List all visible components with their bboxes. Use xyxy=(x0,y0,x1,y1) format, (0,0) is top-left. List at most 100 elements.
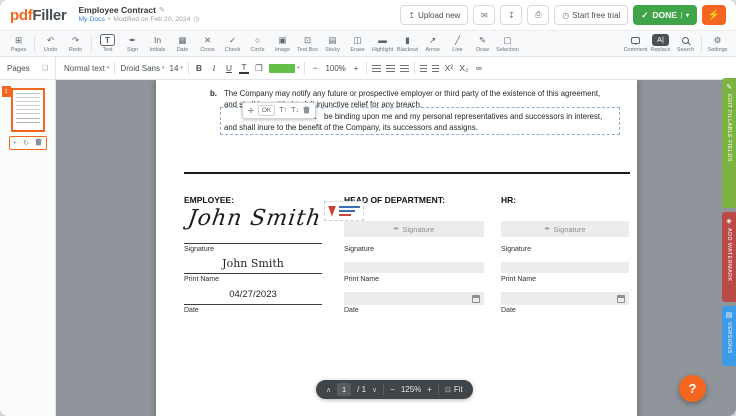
text-box-icon: ⊡ xyxy=(302,34,314,46)
head-signature-field-button[interactable]: ✒ Signature xyxy=(344,221,484,237)
upload-new-button[interactable]: ↥ Upload new xyxy=(400,5,468,25)
tool-redo[interactable]: ↷ Redo xyxy=(63,34,88,53)
numbered-list-button[interactable] xyxy=(432,65,439,72)
help-button[interactable]: ? xyxy=(679,375,706,402)
head-print-name-field[interactable] xyxy=(344,262,484,273)
paragraph-style-select[interactable]: Normal text ▾ xyxy=(64,64,109,73)
font-decrease-button[interactable]: T↓ xyxy=(291,107,299,114)
superscript-button[interactable]: X² xyxy=(444,63,454,73)
font-family-select[interactable]: Droid Sans ▾ xyxy=(120,64,164,73)
tool-circle[interactable]: ○ Circle xyxy=(245,34,270,53)
head-date-field[interactable] xyxy=(344,292,484,305)
calendar-icon xyxy=(472,295,480,303)
start-free-trial-button[interactable]: ◷ Start free trial xyxy=(554,5,628,25)
highlight-color-swatch[interactable]: ▾ xyxy=(269,64,300,73)
tool-sign[interactable]: ✒ Sign xyxy=(120,34,145,53)
font-zoom-in-button[interactable]: + xyxy=(351,63,361,73)
zoom-in-button[interactable]: + xyxy=(427,385,432,394)
versions-tab[interactable]: ▤ VERSIONS xyxy=(722,306,736,366)
rotate-page-button[interactable]: ↻ xyxy=(23,139,29,147)
zoom-out-button[interactable]: − xyxy=(390,385,395,394)
history-icon[interactable]: ◷ xyxy=(193,16,199,24)
tool-label: Replace xyxy=(650,47,670,53)
align-right-button[interactable] xyxy=(400,65,409,72)
tool-comment[interactable]: Comment xyxy=(623,34,648,53)
date-label: Date xyxy=(184,307,199,314)
delete-text-button[interactable] xyxy=(303,106,310,116)
hr-signature-field-button[interactable]: ✒ Signature xyxy=(501,221,629,237)
tool-draw[interactable]: ✎ Draw xyxy=(470,34,495,53)
italic-button[interactable]: I xyxy=(209,63,219,73)
tool-replace[interactable]: A| Replace xyxy=(648,34,673,53)
tool-undo[interactable]: ↶ Undo xyxy=(38,34,63,53)
align-left-button[interactable] xyxy=(372,65,381,72)
tool-sticky[interactable]: ▤ Sticky xyxy=(320,34,345,53)
font-increase-button[interactable]: T↑ xyxy=(279,107,287,114)
edit-fillable-fields-tab[interactable]: ✎ EDIT FILLABLE FIELDS xyxy=(722,78,736,208)
done-button[interactable]: ✓ DONE ▾ xyxy=(633,5,697,25)
page-number-input[interactable] xyxy=(337,383,351,396)
link-icon[interactable]: ∞ xyxy=(474,63,484,73)
tool-text-box[interactable]: ⊡ Text Box xyxy=(295,34,320,53)
erase-icon: ◫ xyxy=(352,34,364,46)
tool-label: Text Box xyxy=(297,47,318,53)
font-size-select[interactable]: 14 ▾ xyxy=(170,64,183,73)
ok-button[interactable]: OK xyxy=(258,105,275,116)
chevron-down-icon: ▾ xyxy=(162,65,165,71)
employee-signature-script[interactable]: John Smith xyxy=(186,206,323,231)
employee-print-name[interactable]: John Smith xyxy=(184,257,322,270)
text-tool-icon: T xyxy=(100,34,115,46)
tool-cross[interactable]: ✕ Cross xyxy=(195,34,220,53)
tool-blackout[interactable]: ▮ Blackout xyxy=(395,34,420,53)
tool-check[interactable]: ✓ Check xyxy=(220,34,245,53)
zoom-value[interactable]: 125% xyxy=(401,385,421,394)
tool-line[interactable]: ╱ Line xyxy=(445,34,470,53)
tool-selection[interactable]: ▢ Selection xyxy=(495,34,520,53)
delete-page-button[interactable] xyxy=(35,138,42,148)
previous-page-icon[interactable]: ∧ xyxy=(326,386,331,394)
employee-date[interactable]: 04/27/2023 xyxy=(184,289,322,300)
panel-collapse-icon[interactable]: ❏ xyxy=(42,64,48,72)
subscript-button[interactable]: X₂ xyxy=(459,63,469,73)
tool-arrow[interactable]: ↗ Arrow xyxy=(420,34,445,53)
my-docs-link[interactable]: My Docs xyxy=(78,16,104,24)
tool-label: Settings xyxy=(708,47,728,53)
tool-pages[interactable]: ⊞ Pages xyxy=(6,34,31,53)
document-page[interactable]: b. The Company may notify any future or … xyxy=(156,80,637,416)
underline-button[interactable]: U xyxy=(224,63,234,73)
print-button[interactable]: ⎙ xyxy=(527,5,549,25)
pdffiller-logo[interactable]: pdfFiller xyxy=(10,7,66,24)
upgrade-button[interactable]: ⚡ xyxy=(702,5,726,25)
rename-icon[interactable]: ✎ xyxy=(159,7,165,15)
add-watermark-tab[interactable]: ◈ ADD WATERMARK xyxy=(722,212,736,302)
hr-print-name-field[interactable] xyxy=(501,262,629,273)
circle-icon: ○ xyxy=(252,34,264,46)
tool-initials[interactable]: In Initials xyxy=(145,34,170,53)
bold-button[interactable]: B xyxy=(194,63,204,73)
tool-settings[interactable]: ⚙ Settings xyxy=(705,34,730,53)
align-center-button[interactable] xyxy=(386,65,395,72)
tool-label: Cross xyxy=(200,47,214,53)
logo-filler: Filler xyxy=(32,7,66,24)
page-thumbnail[interactable] xyxy=(11,88,45,132)
done-dropdown-caret[interactable]: ▾ xyxy=(681,12,689,19)
tool-date[interactable]: ▦ Date xyxy=(170,34,195,53)
download-button[interactable]: ↧ xyxy=(500,5,522,25)
tool-highlight[interactable]: ▬ Highlight xyxy=(370,34,395,53)
move-handle-icon[interactable]: ✛ xyxy=(248,107,254,115)
send-to-sign-button[interactable]: ✉ xyxy=(473,5,495,25)
document-canvas[interactable]: b. The Company may notify any future or … xyxy=(56,80,736,416)
bulleted-list-button[interactable] xyxy=(420,65,427,72)
add-page-button[interactable]: + xyxy=(13,140,17,147)
tool-erase[interactable]: ◫ Erase xyxy=(345,34,370,53)
font-zoom-out-button[interactable]: − xyxy=(310,63,320,73)
verification-stamp[interactable] xyxy=(324,201,364,221)
tool-search[interactable]: Search xyxy=(673,34,698,53)
tool-text[interactable]: T Text xyxy=(95,34,120,53)
hr-date-field[interactable] xyxy=(501,292,629,305)
fit-button[interactable]: ⊡ Fit xyxy=(445,385,463,394)
next-page-icon[interactable]: ∨ xyxy=(372,386,377,394)
copy-style-button[interactable]: ❐ xyxy=(254,63,264,74)
text-color-button[interactable]: T xyxy=(239,62,249,74)
tool-image[interactable]: ▣ Image xyxy=(270,34,295,53)
